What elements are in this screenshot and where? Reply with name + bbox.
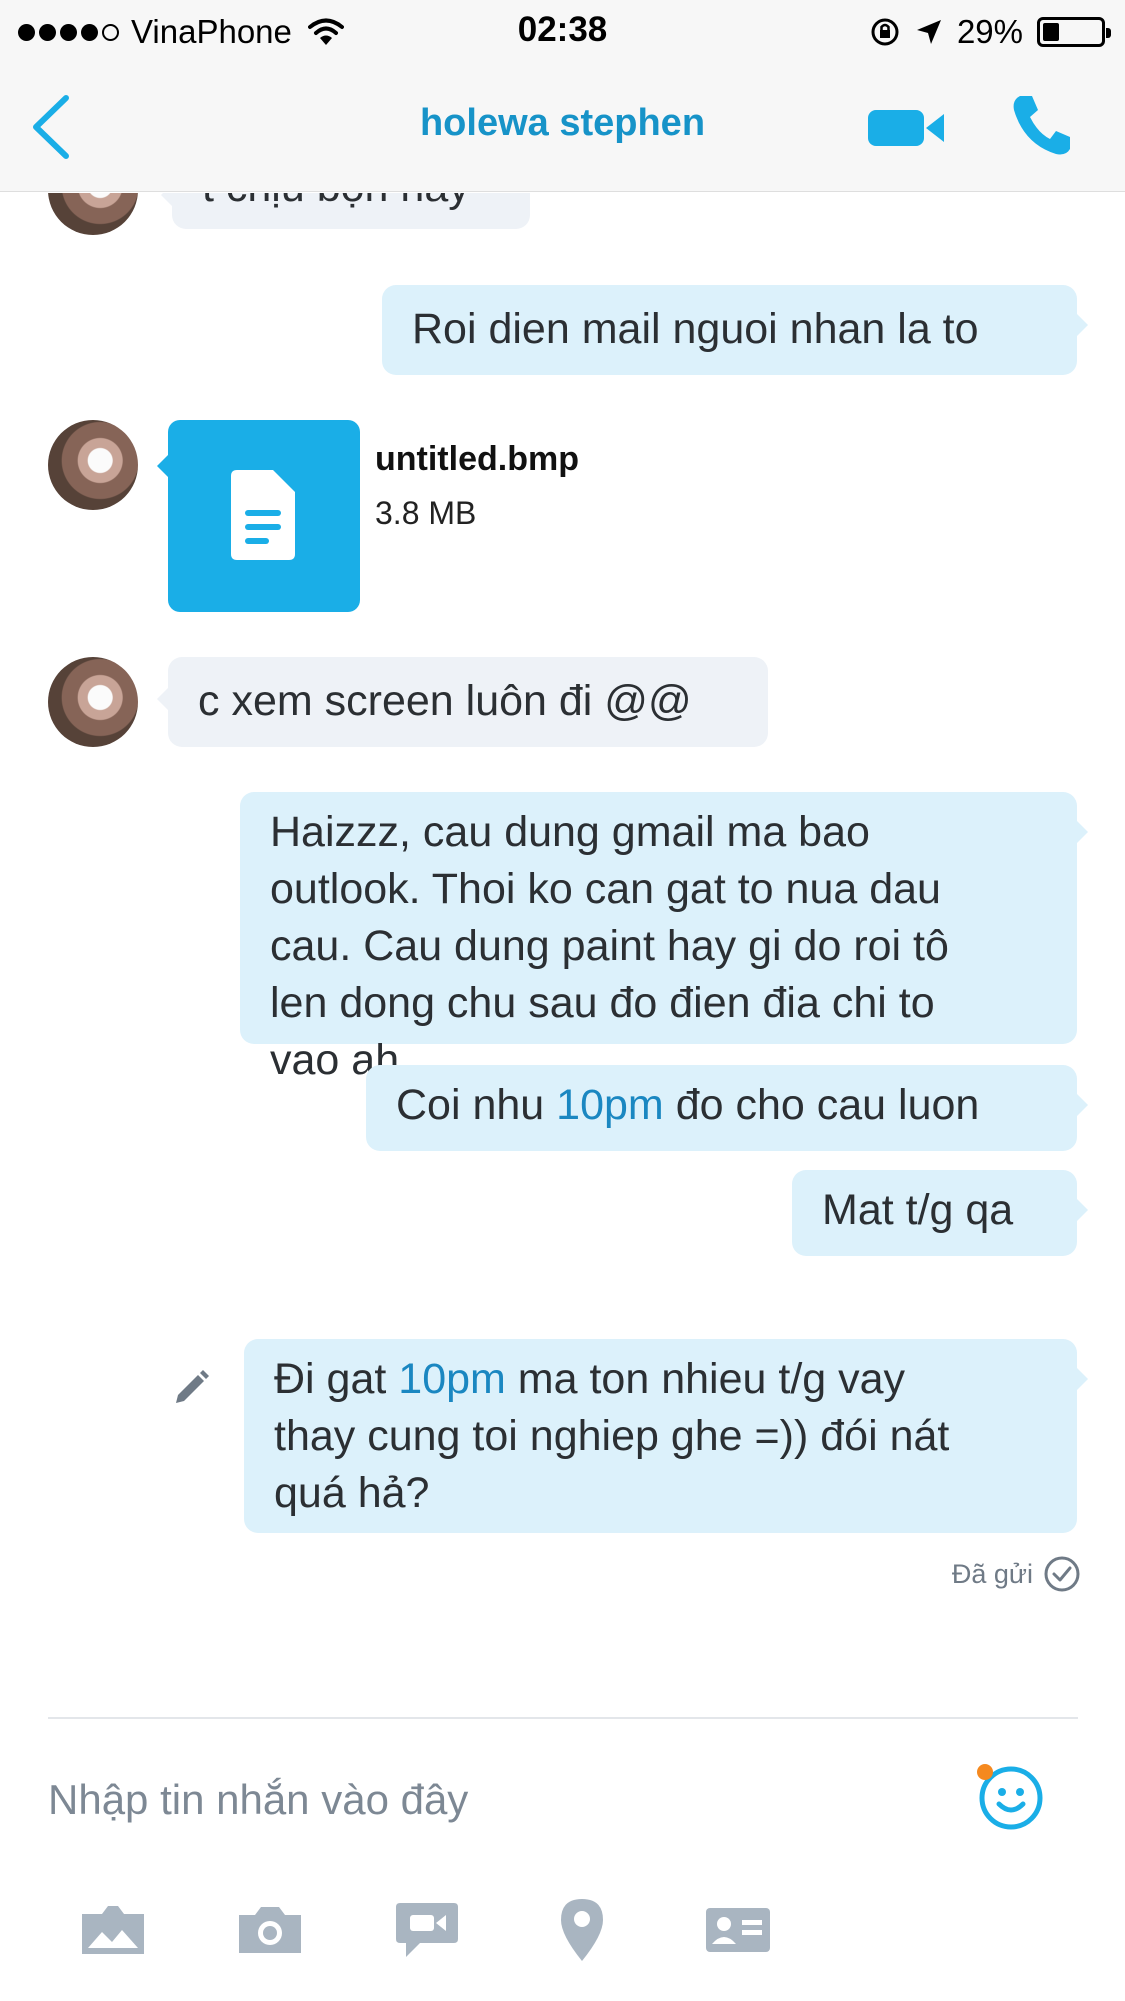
battery-icon	[1037, 17, 1111, 47]
video-message-icon[interactable]	[387, 1895, 467, 1965]
battery-percentage: 29%	[956, 13, 1023, 50]
gallery-icon[interactable]	[73, 1895, 153, 1965]
message-line: cau. Cau dung paint hay gi do roi tô	[270, 922, 949, 970]
check-circle-icon	[1044, 1556, 1080, 1592]
battery-level	[1043, 23, 1060, 41]
pencil-icon	[176, 1370, 209, 1403]
location-arrow-icon	[916, 20, 941, 44]
outgoing-message[interactable]: Đi gat 10pm ma ton nhieu t/g vay thay cu…	[244, 1339, 1088, 1533]
outgoing-message[interactable]: Haizzz, cau dung gmail ma bao outlook. T…	[240, 792, 1088, 1084]
video-camera-icon[interactable]	[866, 104, 946, 152]
smiley-icon[interactable]	[975, 1762, 1045, 1832]
message-line: thay cung toi nghiep ghe =)) đói nát	[274, 1412, 950, 1460]
incoming-message[interactable]: c xem screen luôn đi @@	[157, 657, 768, 747]
file-size: 3.8 MB	[375, 495, 477, 531]
message-line: Đi gat 10pm ma ton nhieu t/g vay	[274, 1351, 1047, 1408]
time-link[interactable]: 10pm	[398, 1355, 506, 1403]
contact-card-icon[interactable]	[698, 1895, 778, 1965]
attachment-toolbar	[0, 1895, 1125, 1975]
conversation-header: holewa stephen	[0, 62, 1125, 192]
file-attachment[interactable]	[157, 420, 360, 612]
avatar[interactable]	[48, 657, 138, 747]
message-line: quá hả?	[274, 1469, 430, 1517]
message-text: ma ton nhieu t/g vay	[505, 1355, 906, 1403]
outgoing-message[interactable]: Mat t/g qa	[792, 1170, 1088, 1256]
contact-name[interactable]: holewa stephen	[0, 102, 1125, 145]
orientation-lock-icon	[871, 18, 899, 46]
location-pin-icon[interactable]	[542, 1895, 622, 1965]
message-text: đo cho cau luon	[663, 1081, 980, 1129]
delivery-status-label: Đã gửi	[951, 1558, 1033, 1589]
composer-divider	[48, 1717, 1078, 1719]
incoming-message[interactable]: t chịu bọn hay	[161, 193, 530, 229]
message-text: Coi nhu	[396, 1081, 557, 1129]
file-name[interactable]: untitled.bmp	[375, 440, 579, 479]
message-line: Haizzz, cau dung gmail ma bao	[270, 808, 870, 856]
document-icon	[231, 470, 295, 560]
phone-icon[interactable]	[1010, 92, 1074, 158]
outgoing-message[interactable]: Coi nhu 10pm đo cho cau luon	[366, 1065, 1088, 1151]
time-link[interactable]: 10pm	[556, 1081, 664, 1129]
message-text: Đi gat	[274, 1355, 399, 1403]
message-input[interactable]	[48, 1765, 928, 1835]
status-right: 29%	[869, 12, 1111, 52]
outgoing-message[interactable]: Roi dien mail nguoi nhan la to	[382, 285, 1088, 375]
avatar[interactable]	[48, 420, 138, 510]
message-list[interactable]: t chịu bọn hay Roi dien mail nguoi nhan …	[0, 193, 1125, 1711]
camera-icon[interactable]	[230, 1895, 310, 1965]
message-line: outlook. Thoi ko can gat to nua dau	[270, 865, 941, 913]
status-bar: VinaPhone 02:38 29%	[0, 0, 1125, 62]
message-line: len dong chu sau đo đien đia chi to	[270, 979, 935, 1027]
avatar[interactable]	[48, 193, 138, 235]
delivery-status: Đã gửi	[952, 1555, 1081, 1593]
